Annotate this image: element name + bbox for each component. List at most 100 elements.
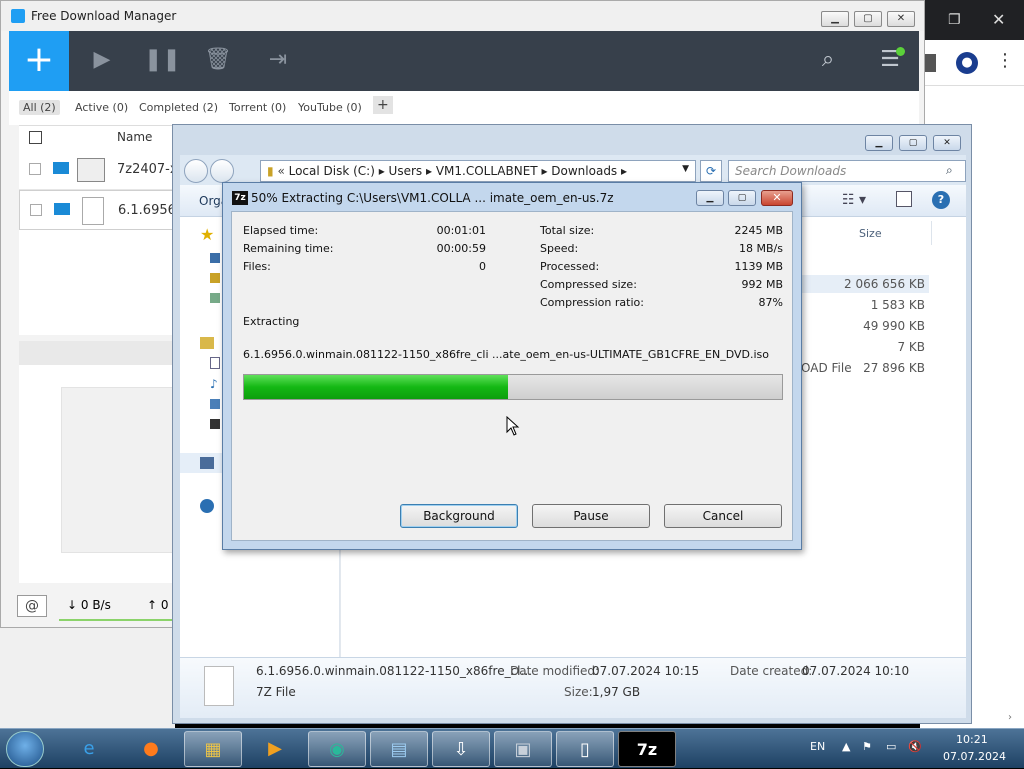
- firefox-icon[interactable]: ●: [122, 731, 180, 767]
- scroll-arrow-icon[interactable]: ›: [1008, 712, 1012, 723]
- filter-completed[interactable]: Completed (2): [135, 100, 222, 115]
- row-checkbox[interactable]: [30, 204, 42, 216]
- size-value: 1,97 GB: [592, 685, 641, 699]
- preview-pane-icon[interactable]: [896, 191, 912, 207]
- fdm-taskbar-icon[interactable]: ⇩: [432, 731, 490, 767]
- 7zip-taskbar-icon[interactable]: 7z: [618, 731, 676, 767]
- size-column-header[interactable]: Size: [859, 227, 882, 240]
- mouse-cursor-icon: [506, 416, 520, 436]
- maximize-button[interactable]: ▢: [854, 11, 882, 27]
- download-row[interactable]: 7z2407-x: [19, 150, 179, 190]
- filter-active[interactable]: Active (0): [71, 100, 132, 115]
- videos-icon[interactable]: [210, 419, 220, 429]
- file-size: 2 066 656 KB: [844, 277, 925, 291]
- close-button[interactable]: ✕: [761, 190, 793, 206]
- document-icon[interactable]: ▯: [556, 731, 614, 767]
- details-filename: 6.1.6956.0.winmain.081122-1150_x86fre_cl…: [256, 664, 532, 678]
- files-label: Files:: [243, 260, 271, 273]
- filter-youtube[interactable]: YouTube (0): [294, 100, 366, 115]
- select-all-checkbox[interactable]: [29, 131, 42, 144]
- folder-icon[interactable]: [54, 203, 70, 215]
- chrome-titlebar: ❐ ✕: [920, 0, 1024, 40]
- file-explorer-icon[interactable]: ▦: [184, 731, 242, 767]
- music-icon[interactable]: ♪: [210, 377, 218, 391]
- trash-icon[interactable]: 🗑: [203, 47, 233, 72]
- refresh-icon[interactable]: ⟳: [700, 160, 722, 182]
- recent-places-icon[interactable]: [210, 293, 220, 303]
- breadcrumb-item[interactable]: Users: [389, 164, 423, 178]
- add-filter-button[interactable]: +: [373, 96, 393, 114]
- upload-speed: ↑ 0: [147, 598, 169, 612]
- search-icon[interactable]: ⌕: [946, 163, 953, 178]
- close-button[interactable]: ✕: [933, 135, 961, 151]
- folder-icon[interactable]: [53, 162, 69, 174]
- desktop-icon[interactable]: [210, 253, 220, 263]
- maximize-button[interactable]: ▢: [899, 135, 927, 151]
- volume-muted-icon[interactable]: 🔇: [908, 740, 922, 753]
- filter-all[interactable]: All (2): [19, 100, 60, 115]
- documents-icon[interactable]: [210, 357, 220, 369]
- date-created-label: Date created:: [730, 664, 813, 678]
- download-name: 6.1.6956: [118, 203, 176, 218]
- dialog-title: 50% Extracting C:\Users\VM1.COLLA ... im…: [251, 191, 614, 205]
- network-icon[interactable]: ▭: [886, 740, 896, 753]
- explorer-navbar: ▮ « Local Disk (C:) ▸ Users ▸ VM1.COLLAB…: [180, 155, 966, 185]
- minimize-button[interactable]: ▁: [821, 11, 849, 27]
- resume-icon[interactable]: ▶: [87, 47, 117, 72]
- libraries-icon[interactable]: [200, 337, 214, 349]
- column-name-header[interactable]: Name: [117, 130, 152, 144]
- back-button[interactable]: [184, 159, 208, 183]
- filter-bar: All (2) Active (0) Completed (2) Torrent…: [9, 91, 919, 125]
- search-icon[interactable]: ⌕: [813, 47, 843, 72]
- profile-icon[interactable]: ●: [956, 52, 978, 74]
- download-row[interactable]: 6.1.6956: [19, 190, 179, 230]
- media-player-icon[interactable]: ▶: [246, 731, 304, 767]
- 7zip-icon: 7z: [232, 191, 248, 205]
- dialog-client: Elapsed time: 00:01:01 Remaining time: 0…: [231, 211, 793, 541]
- pause-button[interactable]: Pause: [532, 504, 650, 528]
- address-bar[interactable]: ▮ « Local Disk (C:) ▸ Users ▸ VM1.COLLAB…: [260, 160, 696, 182]
- date-modified-value: 07.07.2024 10:15: [592, 664, 700, 678]
- minimize-button[interactable]: ▁: [865, 135, 893, 151]
- installer-icon[interactable]: ▣: [494, 731, 552, 767]
- minimize-button[interactable]: ▁: [696, 190, 724, 206]
- clock-time[interactable]: 10:21: [956, 733, 988, 746]
- background-button[interactable]: Background: [400, 504, 518, 528]
- snail-mode-icon[interactable]: @: [17, 595, 47, 617]
- breadcrumb-item[interactable]: VM1.COLLABNET: [436, 164, 538, 178]
- forward-button[interactable]: [210, 159, 234, 183]
- filter-torrent[interactable]: Torrent (0): [225, 100, 290, 115]
- row-checkbox[interactable]: [29, 163, 41, 175]
- add-download-button[interactable]: +: [9, 31, 69, 91]
- download-name: 7z2407-x: [117, 162, 178, 177]
- downloads-icon[interactable]: [210, 273, 220, 283]
- favorites-icon[interactable]: ★: [200, 225, 214, 244]
- show-hidden-icons-icon[interactable]: ▲: [842, 740, 850, 753]
- chevron-down-icon[interactable]: ▼: [682, 164, 689, 174]
- cancel-button[interactable]: Cancel: [664, 504, 782, 528]
- view-options-icon[interactable]: ☷ ▾: [842, 192, 866, 208]
- internet-explorer-icon[interactable]: e: [60, 731, 118, 767]
- taskbar: e ● ▦ ▶ ◉ ▤ ⇩ ▣ ▯ 7z EN ▲ ⚑ ▭ 🔇 10:21 07…: [0, 728, 1024, 768]
- breadcrumb-item[interactable]: Downloads: [551, 164, 617, 178]
- teal-app-icon[interactable]: ◉: [308, 731, 366, 767]
- pictures-icon[interactable]: [210, 399, 220, 409]
- clock-date[interactable]: 07.07.2024: [943, 750, 1006, 763]
- help-icon[interactable]: ?: [932, 191, 950, 209]
- flag-icon[interactable]: ⚑: [862, 740, 872, 753]
- search-input[interactable]: Search Downloads: [728, 160, 966, 182]
- pause-icon[interactable]: ❚❚: [144, 47, 181, 72]
- menu-dots-icon[interactable]: ⋮: [996, 50, 1014, 71]
- close-icon[interactable]: ✕: [992, 10, 1005, 29]
- remaining-value: 00:00:59: [436, 242, 486, 255]
- restore-icon[interactable]: ❐: [948, 12, 961, 28]
- move-folder-icon[interactable]: ⇥: [263, 47, 293, 72]
- files-value: 0: [479, 260, 486, 273]
- start-button[interactable]: [6, 731, 44, 767]
- close-button[interactable]: ✕: [887, 11, 915, 27]
- maximize-button[interactable]: ▢: [728, 190, 756, 206]
- breadcrumb-item[interactable]: Local Disk (C:): [289, 164, 375, 178]
- control-panel-icon[interactable]: ▤: [370, 731, 428, 767]
- language-indicator[interactable]: EN: [810, 740, 825, 753]
- network-icon[interactable]: [200, 499, 214, 513]
